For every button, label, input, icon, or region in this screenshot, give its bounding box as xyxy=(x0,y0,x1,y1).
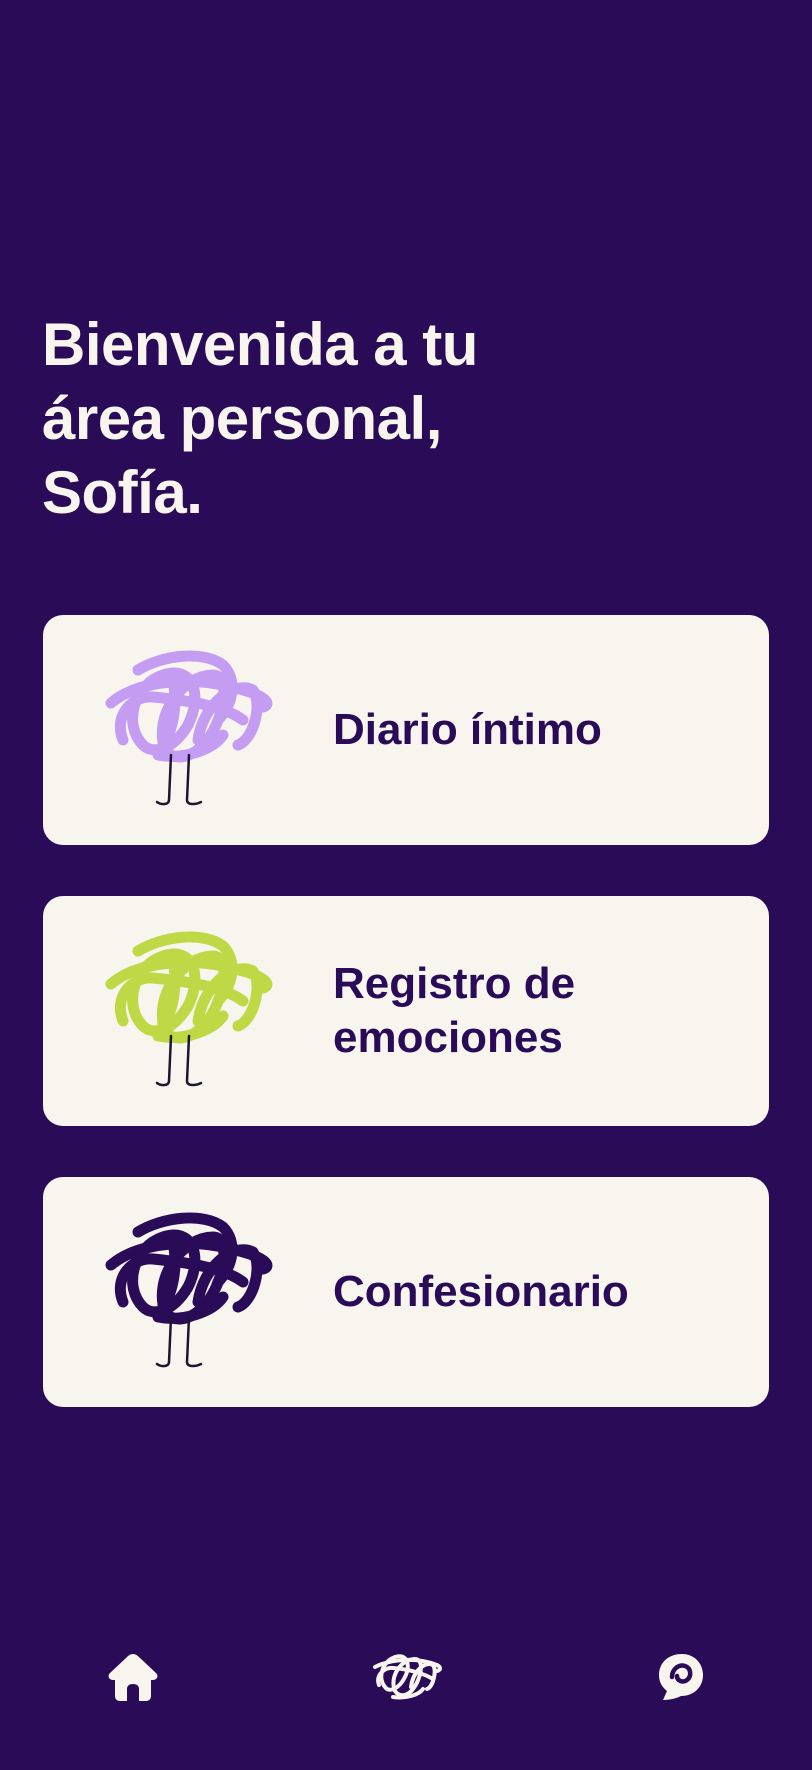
welcome-line-1: Bienvenida a tu xyxy=(42,311,478,378)
card-confesionario[interactable]: Confesionario xyxy=(43,1177,769,1407)
card-label-line-2: emociones xyxy=(333,1013,563,1062)
purple-scribble-character-icon xyxy=(105,1212,273,1368)
nav-home-button[interactable] xyxy=(88,1632,178,1722)
card-label: Registro de emociones xyxy=(333,896,743,1126)
card-label-line-1: Diario íntimo xyxy=(333,705,602,754)
lime-scribble-character-icon xyxy=(105,931,273,1087)
home-icon xyxy=(108,1654,158,1701)
card-label: Diario íntimo xyxy=(333,615,743,845)
chat-swirl-icon xyxy=(659,1654,703,1700)
welcome-line-3: Sofía. xyxy=(42,459,203,526)
card-label: Confesionario xyxy=(333,1177,743,1407)
welcome-title: Bienvenida a tu área personal, Sofía. xyxy=(42,308,562,530)
nav-chat-button[interactable] xyxy=(636,1632,726,1722)
welcome-line-2: área personal, xyxy=(42,385,442,452)
card-registro-emociones[interactable]: Registro de emociones xyxy=(43,896,769,1126)
scribble-icon xyxy=(373,1654,442,1700)
card-label-line-1: Registro de xyxy=(333,959,576,1008)
card-diario-intimo[interactable]: Diario íntimo xyxy=(43,615,769,845)
nav-scribble-button[interactable] xyxy=(362,1632,452,1722)
card-label-line-1: Confesionario xyxy=(333,1267,629,1316)
bottom-nav xyxy=(0,1632,812,1722)
lilac-scribble-character-icon xyxy=(105,650,273,806)
